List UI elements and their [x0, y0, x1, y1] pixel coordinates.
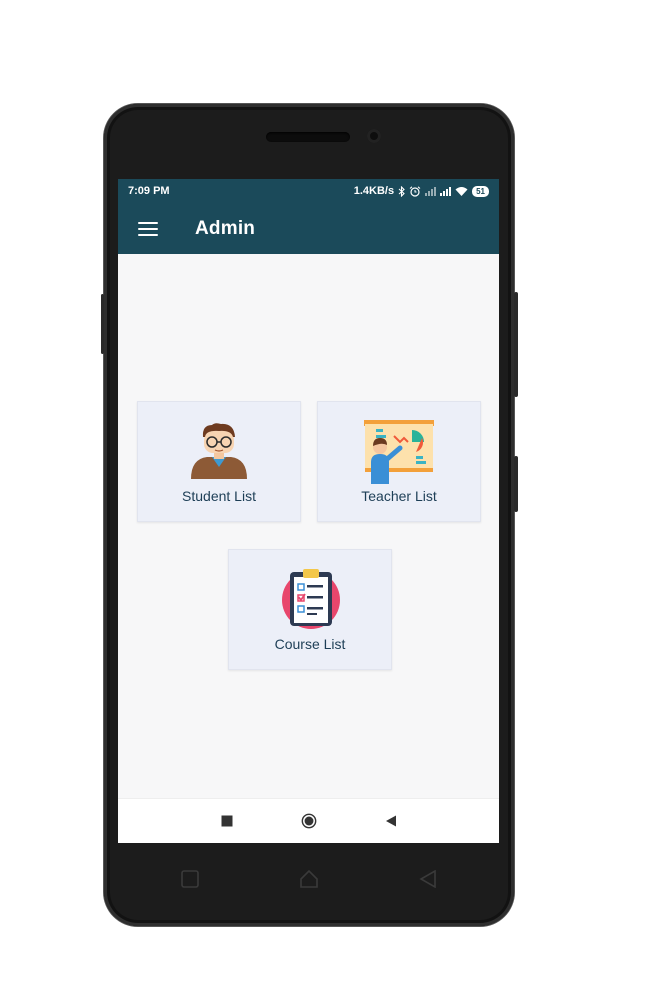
card-label: Teacher List [361, 488, 437, 504]
hamburger-menu-icon[interactable] [138, 218, 158, 240]
app-bar: Admin [118, 203, 499, 254]
teacher-list-card[interactable]: Teacher List [317, 401, 481, 522]
network-speed: 1.4KB/s [353, 185, 395, 197]
front-camera [367, 129, 381, 143]
student-list-card[interactable]: Student List [137, 401, 301, 522]
course-checklist-icon [277, 568, 343, 630]
back-triangle-icon[interactable] [383, 813, 399, 829]
status-bar: 7:09 PM 1.4KB/s 51 [118, 179, 499, 203]
signal-icon [425, 186, 437, 196]
earpiece-speaker [266, 132, 350, 142]
navigation-bar [118, 798, 499, 843]
home-circle-icon[interactable] [301, 813, 317, 829]
status-icons: 1.4KB/s 51 [354, 185, 489, 197]
wifi-icon [455, 187, 468, 196]
battery-icon: 51 [472, 185, 489, 197]
bluetooth-icon [398, 185, 405, 197]
teacher-icon [360, 420, 438, 484]
phone-frame: 7:09 PM 1.4KB/s 51 Admin Student List Te… [101, 104, 518, 926]
volume-button [514, 456, 518, 512]
signal-icon [440, 186, 452, 196]
student-icon [189, 420, 249, 482]
course-list-card[interactable]: Course List [228, 549, 392, 670]
power-button [514, 292, 518, 397]
hardware-keys [104, 864, 514, 894]
page-title: Admin [195, 217, 256, 239]
status-time: 7:09 PM [128, 185, 170, 197]
hardware-back-icon[interactable] [419, 870, 437, 888]
alarm-icon [409, 185, 421, 197]
card-label: Course List [274, 636, 346, 652]
recents-square-icon[interactable] [219, 813, 235, 829]
card-label: Student List [182, 488, 256, 504]
hardware-recents-icon[interactable] [181, 870, 199, 888]
left-side-button [101, 294, 104, 354]
screen: 7:09 PM 1.4KB/s 51 Admin Student List Te… [118, 179, 499, 843]
hardware-home-icon[interactable] [299, 870, 319, 888]
